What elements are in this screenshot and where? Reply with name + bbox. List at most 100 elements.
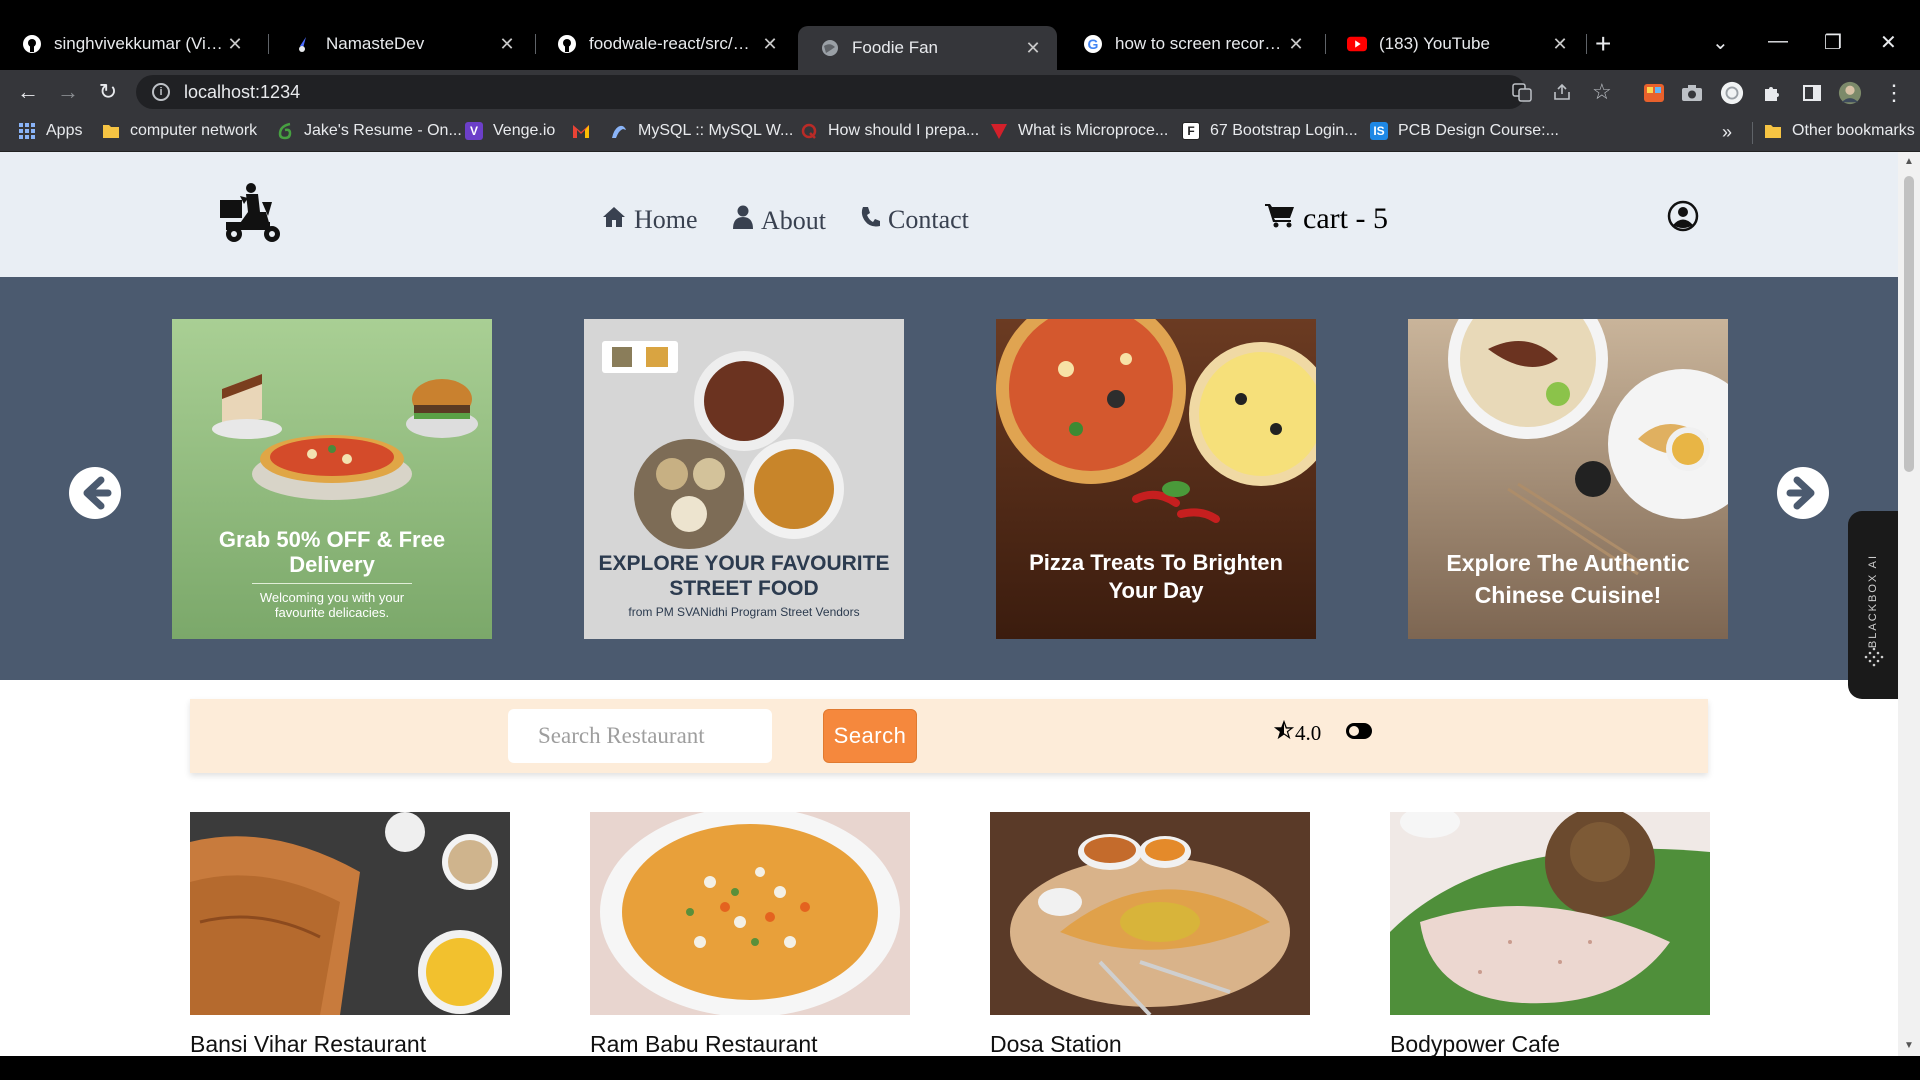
restore-icon[interactable]: ❐ <box>1824 30 1842 55</box>
reload-icon[interactable]: ↻ <box>92 76 124 108</box>
translate-icon[interactable] <box>1512 82 1532 107</box>
close-tab-icon[interactable]: ✕ <box>223 34 247 55</box>
nav-contact-link[interactable]: Contact <box>860 205 969 235</box>
share-icon[interactable] <box>1552 82 1572 107</box>
close-tab-icon[interactable]: ✕ <box>495 34 519 55</box>
more-menu-icon[interactable]: ⋮ <box>1882 80 1906 105</box>
bookmark-gmail[interactable] <box>572 122 600 140</box>
tab-title: Foodie Fan <box>852 38 938 57</box>
restaurant-card[interactable]: Ram Babu Restaurant <box>590 812 910 1056</box>
bookmark-pcb-course[interactable]: IS PCB Design Course:... <box>1370 122 1559 140</box>
mysql-icon <box>610 122 628 140</box>
bookmark-apps[interactable]: Apps <box>18 122 82 140</box>
tab-foodie-fan[interactable]: Foodie Fan ✕ <box>798 26 1057 70</box>
close-tab-icon[interactable]: ✕ <box>1021 38 1045 59</box>
blackbox-dots-icon <box>1863 646 1885 673</box>
extension-colorful-icon[interactable] <box>1642 81 1666 105</box>
offer-banner-street-food[interactable]: EXPLORE YOUR FAVOURITE STREET FOOD from … <box>584 319 904 639</box>
page-scrollbar[interactable]: ▲ ▼ <box>1898 152 1920 1056</box>
scrollbar-thumb[interactable] <box>1904 176 1914 472</box>
bookmark-javatpoint[interactable]: What is Microproce... <box>990 122 1168 140</box>
cart-label: cart - 5 <box>1303 202 1388 235</box>
address-bar[interactable]: i localhost:1234 <box>136 75 1526 109</box>
google-icon: G <box>1083 34 1103 54</box>
tab-search-chevron-icon[interactable]: ⌄ <box>1712 30 1729 55</box>
bookmark-label: 67 Bootstrap Login... <box>1210 122 1358 139</box>
camera-icon[interactable] <box>1680 81 1704 105</box>
close-window-icon[interactable]: ✕ <box>1880 30 1897 55</box>
offer-banner-pizza[interactable]: Pizza Treats To Brighten Your Day <box>996 319 1316 639</box>
shopping-cart-icon <box>1265 202 1303 236</box>
bookmark-bootstrap-login[interactable]: F 67 Bootstrap Login... <box>1182 122 1358 140</box>
profile-avatar-icon[interactable] <box>1838 81 1862 105</box>
site-info-icon[interactable]: i <box>152 83 170 101</box>
youtube-icon <box>1347 34 1367 54</box>
bookmark-computer-network[interactable]: computer network <box>102 122 257 140</box>
bookmark-quora[interactable]: How should I prepa... <box>800 122 979 140</box>
screen-bottom-edge <box>0 1056 1920 1080</box>
offer-banner-chinese[interactable]: Explore The Authentic Chinese Cuisine! <box>1408 319 1728 639</box>
extension-circle-icon[interactable] <box>1720 81 1744 105</box>
close-tab-icon[interactable]: ✕ <box>1548 34 1572 55</box>
close-tab-icon[interactable]: ✕ <box>758 34 782 55</box>
bookmark-mysql[interactable]: MySQL :: MySQL W... <box>610 122 793 140</box>
bookmark-label: computer network <box>130 122 258 139</box>
restaurant-name: Bodypower Cafe <box>1390 1031 1561 1056</box>
phone-icon <box>860 205 888 235</box>
nav-about-link[interactable]: About <box>733 205 826 236</box>
banner-title: EXPLORE YOUR FAVOURITE STREET FOOD <box>598 552 890 600</box>
bookmark-label: How should I prepa... <box>828 122 980 139</box>
side-panel-icon[interactable] <box>1800 81 1824 105</box>
gmail-icon <box>572 122 590 140</box>
tab-youtube[interactable]: (183) YouTube ✕ <box>1325 26 1584 62</box>
bookmarks-overflow-button[interactable]: » <box>1722 122 1732 143</box>
banner-subtitle: Welcoming you with your favourite delica… <box>259 590 405 620</box>
minimize-icon[interactable]: — <box>1768 30 1788 53</box>
rating-value: 4.0 <box>1295 720 1322 745</box>
nav-home-label: Home <box>634 205 698 234</box>
bookmark-label: MySQL :: MySQL W... <box>638 122 794 139</box>
carousel-next-arrow-icon[interactable] <box>1776 466 1830 520</box>
folder-icon <box>102 122 120 140</box>
rating-toggle-switch[interactable] <box>1345 722 1373 745</box>
search-restaurant-input[interactable] <box>508 709 772 763</box>
new-tab-plus-icon[interactable]: + <box>1595 30 1611 58</box>
delivery-scooter-logo-icon[interactable] <box>218 182 284 251</box>
cart-link[interactable]: cart - 5 <box>1265 202 1388 236</box>
tab-google-search[interactable]: G how to screen record in windows ✕ <box>1061 26 1320 62</box>
restaurant-name: Ram Babu Restaurant <box>590 1031 818 1056</box>
bookmark-star-icon[interactable]: ☆ <box>1592 79 1612 105</box>
apps-grid-icon <box>18 122 36 140</box>
forward-arrow-icon[interactable]: → <box>52 76 84 108</box>
offer-banner-discount[interactable]: Grab 50% OFF & Free Delivery Welcoming y… <box>172 319 492 639</box>
restaurant-card[interactable]: Bansi Vihar Restaurant <box>190 812 510 1056</box>
tab-title: foodwale-react/src/components <box>589 34 758 53</box>
globe-icon <box>820 38 840 58</box>
nav-home-link[interactable]: Home <box>602 205 698 235</box>
tab-title: NamasteDev <box>326 34 425 53</box>
bookmark-venge[interactable]: V Venge.io <box>465 122 555 140</box>
bookmark-jakes-resume[interactable]: Jake's Resume - On... <box>276 122 462 140</box>
restaurant-card[interactable]: Bodypower Cafe <box>1390 812 1710 1056</box>
restaurant-card[interactable]: Dosa Station <box>990 812 1310 1056</box>
namastedev-icon <box>294 34 314 54</box>
tab-github-profile[interactable]: singhvivekkumar (Vivek Kumar) ✕ <box>0 26 259 62</box>
tab-github-repo[interactable]: foodwale-react/src/components ✕ <box>535 26 794 62</box>
formget-icon: F <box>1182 122 1200 140</box>
blackbox-ai-widget[interactable]: BLACKBOX AI <box>1848 511 1898 699</box>
back-arrow-icon[interactable]: ← <box>12 76 44 108</box>
bookmark-other-bookmarks[interactable]: Other bookmarks <box>1764 122 1915 140</box>
search-button[interactable]: Search <box>823 709 917 763</box>
rating-filter[interactable]: 4.0 <box>1273 719 1321 747</box>
close-tab-icon[interactable]: ✕ <box>1284 34 1308 55</box>
scroll-down-arrow-icon[interactable]: ▼ <box>1904 1040 1914 1051</box>
restaurant-name: Dosa Station <box>990 1031 1122 1056</box>
user-profile-icon[interactable] <box>1667 200 1699 237</box>
web-page: Home About Contact cart - 5 Grab 50% OFF… <box>0 152 1898 1056</box>
scroll-up-arrow-icon[interactable]: ▲ <box>1904 156 1914 167</box>
carousel-prev-arrow-icon[interactable] <box>68 466 122 520</box>
star-icon <box>1273 719 1295 747</box>
tab-namastedev[interactable]: NamasteDev ✕ <box>272 26 531 62</box>
extensions-puzzle-icon[interactable] <box>1760 81 1784 105</box>
banner-title: Pizza Treats To Brighten Your Day <box>1029 550 1283 603</box>
